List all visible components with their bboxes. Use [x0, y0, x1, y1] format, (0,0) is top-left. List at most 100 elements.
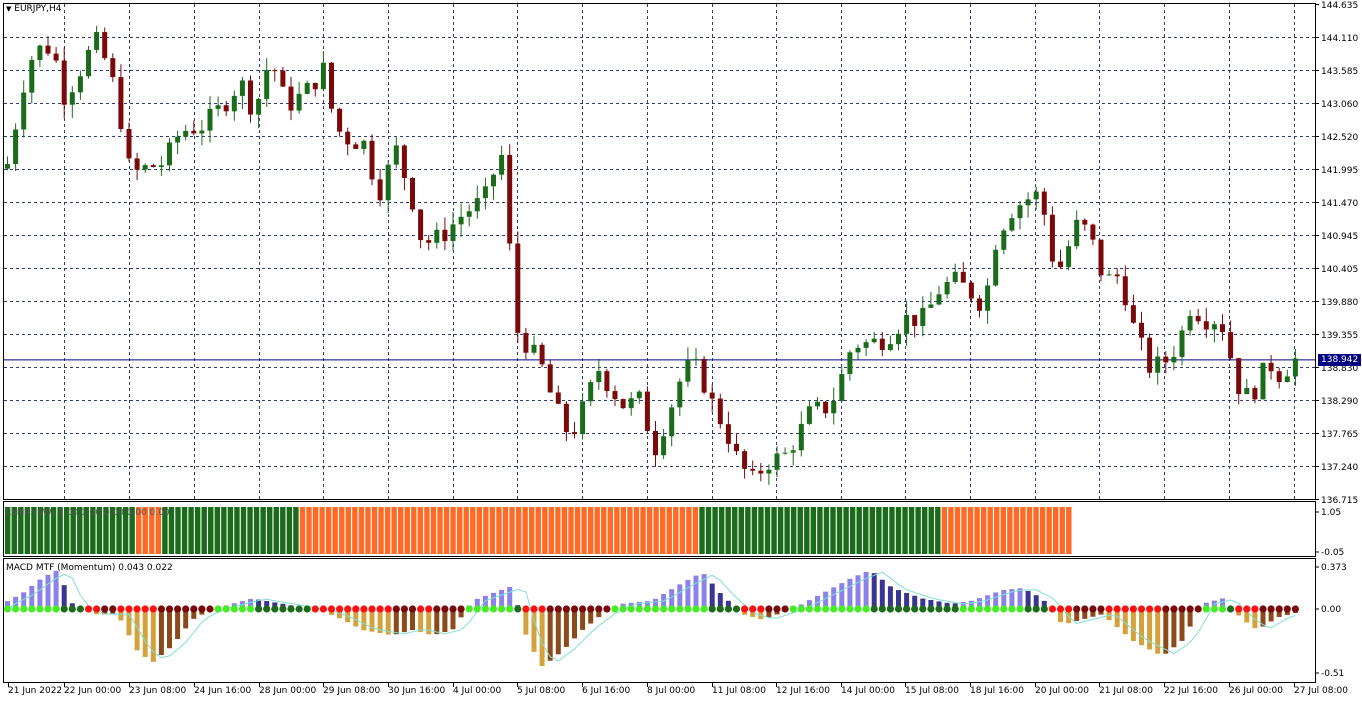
candle-body	[69, 92, 75, 105]
candle-body	[1001, 230, 1007, 250]
candle-body	[1195, 316, 1201, 322]
macd-signal-dot	[522, 605, 530, 613]
lsma-bar	[627, 507, 633, 554]
time-tick-label: 15 Jul 08:00	[905, 686, 959, 696]
macd-signal-dot	[919, 605, 927, 613]
macd-signal-dot	[1056, 605, 1065, 613]
time-axis: 21 Jun 2022 22 Jun 00:00 23 Jun 08:00 24 Ju…	[8, 683, 1348, 696]
macd-signal-dot	[28, 605, 36, 613]
lsma-bar	[738, 507, 744, 554]
macd-signal-dot	[562, 605, 571, 613]
candle-body	[345, 131, 351, 145]
macd-bar	[37, 579, 43, 609]
candle-body	[952, 271, 958, 282]
candle-body	[677, 381, 683, 408]
lsma-bar	[673, 507, 679, 554]
candle-body	[1009, 218, 1015, 231]
candle-body	[661, 436, 667, 456]
candle-body	[353, 144, 359, 149]
macd-signal-dot	[789, 605, 797, 613]
macd-signal-dot	[230, 605, 238, 613]
candle-body	[5, 164, 10, 169]
macd-signal-dot	[400, 605, 408, 613]
macd-signal-dot	[813, 605, 822, 613]
candle-body	[410, 178, 415, 210]
lsma-bar	[823, 507, 830, 554]
macd-signal-dot	[255, 605, 263, 613]
macd-signal-dot	[635, 605, 643, 613]
macd-signal-dot	[967, 605, 976, 613]
candle-body	[1147, 337, 1153, 373]
lsma-bar	[699, 507, 705, 554]
lsma-tick-label: 1.05	[1321, 508, 1341, 518]
lsma-bar	[692, 507, 699, 554]
candle-body	[239, 80, 245, 96]
macd-signal-dot	[3, 605, 12, 613]
candle-body	[377, 179, 383, 201]
triangle-down-icon[interactable]: ▼	[6, 5, 11, 13]
candle-body	[86, 49, 91, 77]
candle-body	[1114, 274, 1120, 277]
lsma-bar	[273, 507, 279, 554]
lsma-bar	[227, 507, 234, 554]
lsma-bar	[535, 507, 541, 554]
macd-signal-dot	[651, 605, 660, 613]
main-price-panel[interactable]	[3, 3, 1316, 500]
candle-body	[110, 58, 116, 78]
macd-signal-dot	[1121, 605, 1129, 613]
macd-signal-dot	[668, 605, 676, 613]
lsma-bar	[791, 507, 797, 554]
lsma-bar	[437, 507, 443, 554]
macd-signal-dot	[1040, 605, 1048, 613]
candle-body	[701, 358, 707, 393]
candle-body	[563, 403, 569, 433]
candle-body	[806, 406, 812, 424]
macd-bar	[167, 609, 172, 649]
chart-canvas[interactable]: 144.635 144.110 143.585 143.060 142.520 141.9…	[0, 0, 1362, 700]
lsma-bar	[332, 507, 338, 554]
candle-body	[158, 165, 164, 167]
macd-signal-dot	[44, 605, 52, 613]
candle-body	[1268, 362, 1274, 372]
candle-body	[1106, 274, 1112, 276]
macd-bar	[855, 575, 861, 609]
candle-body	[288, 86, 294, 111]
macd-signal-dot	[724, 605, 733, 613]
candle-body	[191, 130, 197, 134]
candle-body	[717, 398, 723, 425]
macd-signal-dot	[676, 605, 684, 613]
macd-signal-dot	[1186, 605, 1194, 613]
candle-body	[61, 60, 67, 105]
macd-signal-dot	[1129, 605, 1137, 613]
lsma-bar	[908, 507, 915, 554]
candle-body	[1017, 205, 1023, 219]
macd-signal-dot	[554, 605, 562, 613]
macd-bar	[555, 609, 561, 655]
macd-signal-dot	[465, 605, 473, 613]
macd-bar	[45, 574, 51, 609]
lsma-bar	[450, 507, 456, 554]
time-tick-label: 12 Jul 16:00	[776, 686, 830, 696]
lsma-bar	[679, 507, 686, 554]
candle-body	[847, 352, 853, 375]
candle-body	[207, 108, 213, 131]
lsma-indicator-label: LSMA (SW) 1.00 1.00 0.00 0.00 0.00	[6, 508, 170, 518]
macd-signal-dot	[1008, 605, 1016, 613]
symbol-title[interactable]: ▼ EURJPY,H4	[6, 4, 62, 14]
macd-signal-dot	[287, 605, 295, 613]
lsma-bar	[863, 507, 869, 554]
macd-signal-dot	[546, 605, 554, 613]
candle-body	[418, 209, 424, 241]
macd-signal-dot	[1081, 605, 1089, 613]
lsma-bar	[1000, 507, 1006, 554]
lsma-bar	[784, 507, 790, 554]
candle-body	[1066, 246, 1072, 268]
macd-signal-dot	[1105, 605, 1113, 613]
chart-window[interactable]: 144.635 144.110 143.585 143.060 142.520 141.9…	[0, 0, 1362, 700]
macd-bar	[1155, 609, 1161, 654]
macd-signal-dot	[1227, 605, 1235, 613]
time-tick-label: 26 Jul 00:00	[1229, 686, 1283, 696]
lsma-bar	[758, 507, 764, 554]
candle-body	[968, 282, 974, 299]
candle-body	[912, 314, 918, 326]
